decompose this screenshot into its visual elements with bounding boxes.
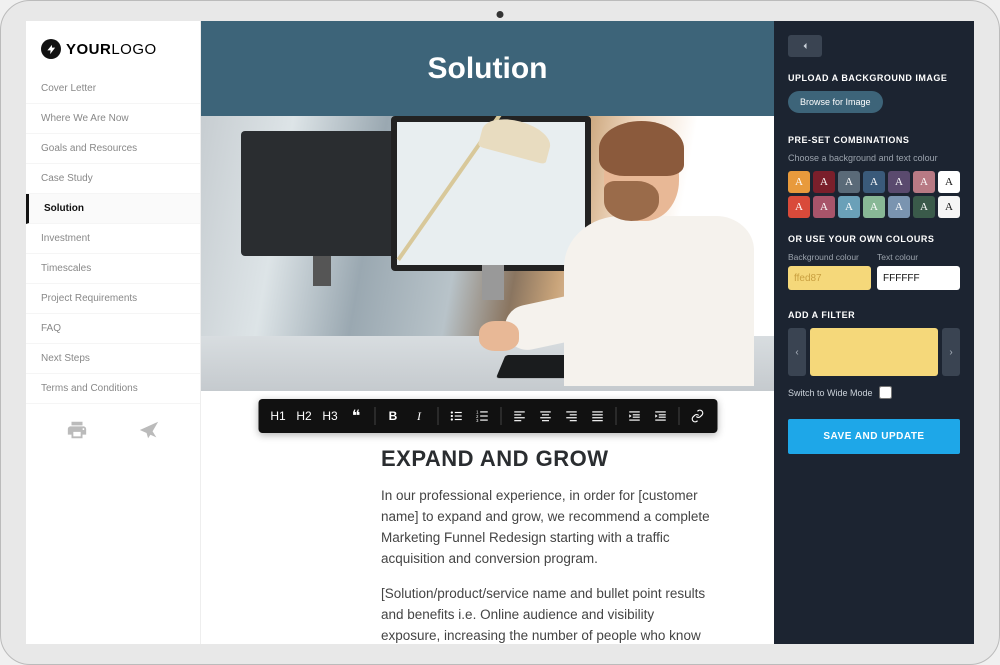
filter-prev-button[interactable]: ‹ [788, 328, 806, 376]
sidebar-item-faq[interactable]: FAQ [26, 314, 200, 344]
print-icon[interactable] [66, 419, 88, 446]
tablet-camera [497, 11, 504, 18]
content-paragraph-1: In our professional experience, in order… [381, 486, 714, 570]
align-justify-button[interactable] [585, 405, 609, 427]
sidebar-item-goals[interactable]: Goals and Resources [26, 134, 200, 164]
logo-text-thin: LOGO [111, 41, 156, 58]
bold-button[interactable]: B [381, 405, 405, 427]
own-colours-label: OR USE YOUR OWN COLOURS [788, 234, 960, 244]
h1-button[interactable]: H1 [266, 405, 290, 427]
filter-next-button[interactable]: › [942, 328, 960, 376]
h2-button[interactable]: H2 [292, 405, 316, 427]
sidebar-item-investment[interactable]: Investment [26, 224, 200, 254]
sidebar-item-where-we-are[interactable]: Where We Are Now [26, 104, 200, 134]
page-title: Solution [428, 52, 548, 86]
colour-swatch-0[interactable]: A [788, 171, 810, 193]
quote-button[interactable]: ❝ [344, 405, 368, 427]
wide-mode-label: Switch to Wide Mode [788, 388, 873, 398]
align-center-button[interactable] [533, 405, 557, 427]
preset-sublabel: Choose a background and text colour [788, 153, 960, 163]
text-colour-label: Text colour [877, 252, 960, 262]
main-content: Solution [201, 21, 774, 644]
bg-colour-label: Background colour [788, 252, 871, 262]
italic-button[interactable]: I [407, 405, 431, 427]
outdent-button[interactable] [622, 405, 646, 427]
wide-mode-checkbox[interactable] [879, 386, 892, 399]
browse-image-button[interactable]: Browse for Image [788, 91, 883, 113]
colour-swatch-1[interactable]: A [813, 171, 835, 193]
colour-swatch-6[interactable]: A [938, 171, 960, 193]
colour-swatch-8[interactable]: A [813, 196, 835, 218]
swatch-grid: AAAAAAAAAAAAAA [788, 171, 960, 218]
colour-swatch-5[interactable]: A [913, 171, 935, 193]
save-update-button[interactable]: SAVE AND UPDATE [788, 419, 960, 454]
panel-back-button[interactable] [788, 35, 822, 57]
sidebar-item-timescales[interactable]: Timescales [26, 254, 200, 284]
logo-text-bold: YOUR [66, 41, 111, 58]
colour-swatch-2[interactable]: A [838, 171, 860, 193]
preset-label: PRE-SET COMBINATIONS [788, 135, 960, 145]
upload-label: UPLOAD A BACKGROUND IMAGE [788, 73, 960, 83]
bullet-list-button[interactable] [444, 405, 468, 427]
colour-swatch-9[interactable]: A [838, 196, 860, 218]
colour-swatch-11[interactable]: A [888, 196, 910, 218]
sidebar-item-solution[interactable]: Solution [26, 194, 200, 224]
sidebar: YOURLOGO Cover Letter Where We Are Now G… [26, 21, 201, 644]
share-icon[interactable] [138, 419, 160, 446]
sidebar-item-requirements[interactable]: Project Requirements [26, 284, 200, 314]
sidebar-item-terms[interactable]: Terms and Conditions [26, 374, 200, 404]
colour-swatch-10[interactable]: A [863, 196, 885, 218]
content-heading: EXPAND AND GROW [381, 446, 714, 472]
colour-swatch-7[interactable]: A [788, 196, 810, 218]
filter-label: ADD A FILTER [788, 310, 960, 320]
colour-swatch-3[interactable]: A [863, 171, 885, 193]
logo: YOURLOGO [26, 21, 200, 74]
colour-swatch-4[interactable]: A [888, 171, 910, 193]
hero-title-band: Solution [201, 21, 774, 116]
svg-text:3: 3 [476, 418, 479, 423]
indent-button[interactable] [648, 405, 672, 427]
number-list-button[interactable]: 123 [470, 405, 494, 427]
sidebar-item-next-steps[interactable]: Next Steps [26, 344, 200, 374]
hero-section: Solution [201, 21, 774, 391]
sidebar-item-case-study[interactable]: Case Study [26, 164, 200, 194]
filter-preview[interactable] [810, 328, 938, 376]
h3-button[interactable]: H3 [318, 405, 342, 427]
sidebar-item-cover-letter[interactable]: Cover Letter [26, 74, 200, 104]
colour-swatch-12[interactable]: A [913, 196, 935, 218]
link-button[interactable] [685, 405, 709, 427]
bg-colour-input[interactable] [788, 266, 871, 290]
text-toolbar: H1 H2 H3 ❝ B I 123 [258, 399, 717, 433]
hero-image[interactable] [201, 116, 774, 391]
bolt-icon [41, 39, 61, 59]
align-left-button[interactable] [507, 405, 531, 427]
colour-swatch-13[interactable]: A [938, 196, 960, 218]
settings-panel: UPLOAD A BACKGROUND IMAGE Browse for Ima… [774, 21, 974, 644]
align-right-button[interactable] [559, 405, 583, 427]
text-colour-input[interactable] [877, 266, 960, 290]
content-paragraph-2: [Solution/product/service name and bulle… [381, 584, 714, 644]
